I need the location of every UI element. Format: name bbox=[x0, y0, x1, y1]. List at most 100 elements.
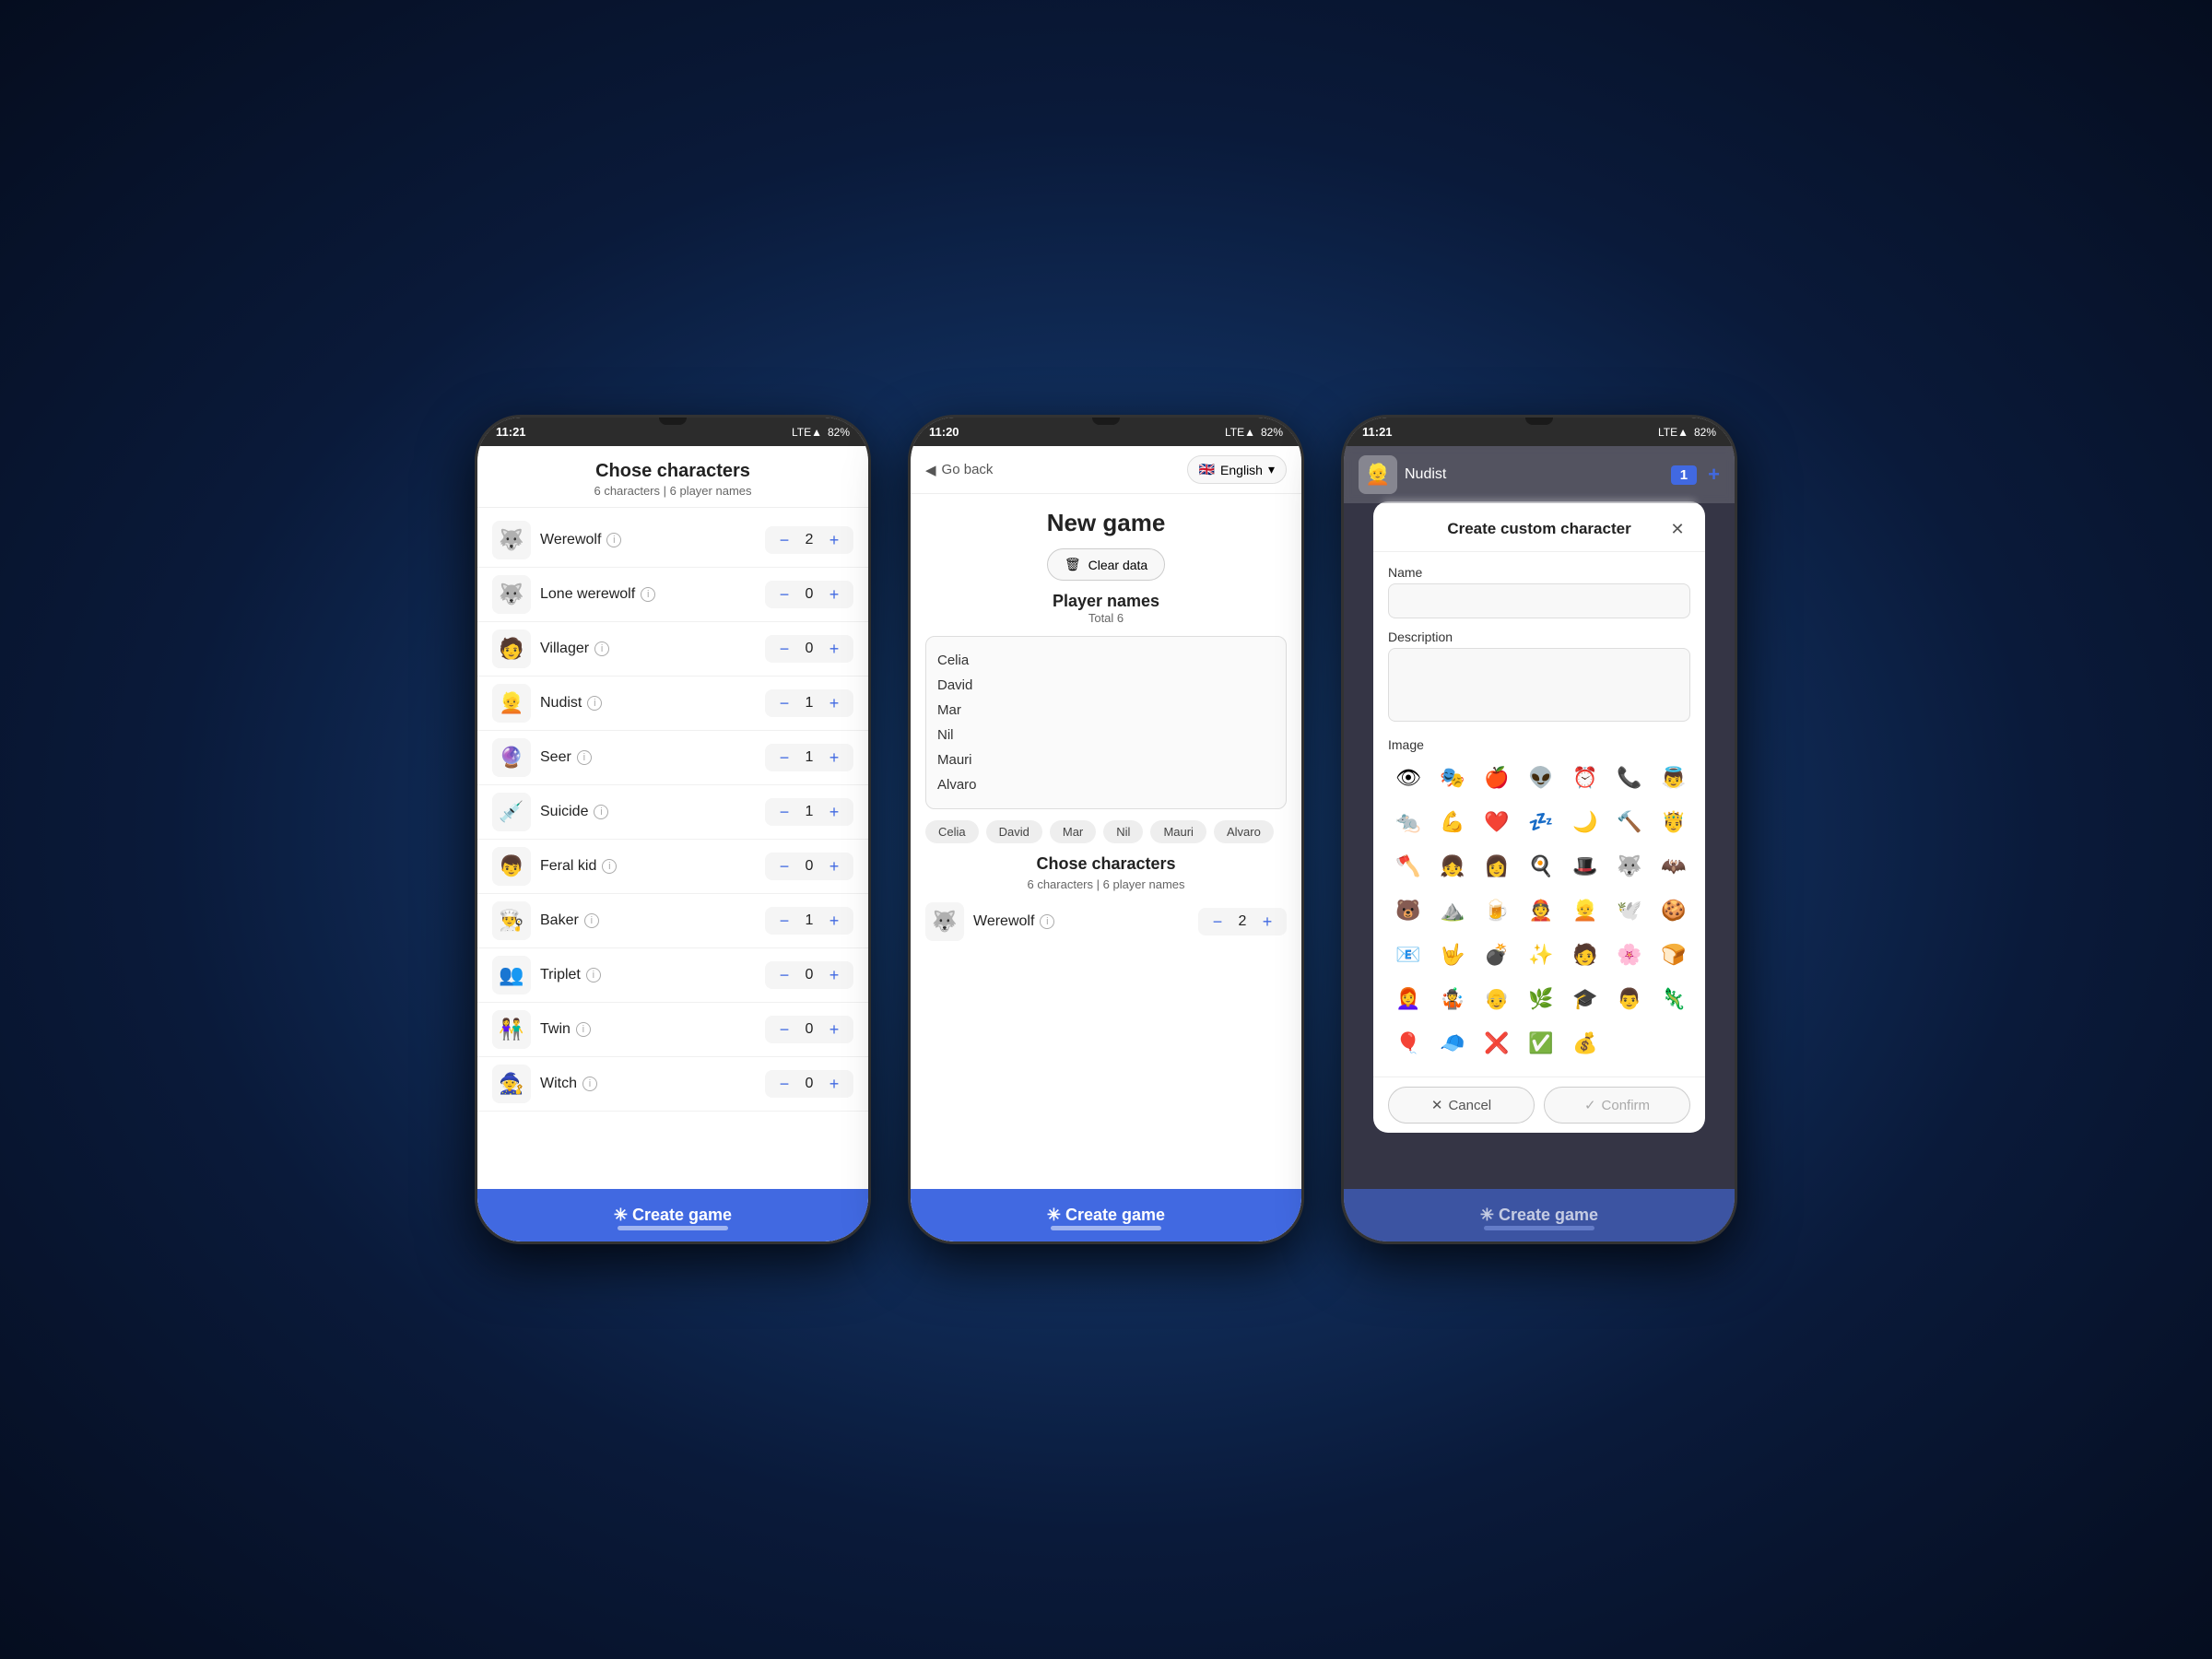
char-icon-witch: 🧙 bbox=[492, 1065, 531, 1103]
increment-suicide[interactable]: + bbox=[824, 802, 844, 822]
emoji-juggler[interactable]: 🤹 bbox=[1432, 979, 1473, 1019]
decrement-lone-werewolf[interactable]: − bbox=[774, 584, 794, 605]
emoji-check[interactable]: ✅ bbox=[1521, 1023, 1561, 1064]
emoji-clock[interactable]: ⏰ bbox=[1565, 758, 1606, 798]
emoji-mountain[interactable]: ⛰️ bbox=[1432, 890, 1473, 931]
emoji-lizard[interactable]: 🦎 bbox=[1653, 979, 1694, 1019]
info-icon-nudist[interactable]: i bbox=[587, 696, 602, 711]
info-icon-baker[interactable]: i bbox=[584, 913, 599, 928]
phone-1: 11:21 LTE▲ 82% Chose characters 6 charac… bbox=[475, 415, 871, 1244]
emoji-heart[interactable]: ❤️ bbox=[1477, 802, 1517, 842]
emoji-person[interactable]: 🧑 bbox=[1565, 935, 1606, 975]
decrement-twin[interactable]: − bbox=[774, 1019, 794, 1040]
description-textarea[interactable] bbox=[1388, 648, 1690, 722]
emoji-sparkle[interactable]: ✨ bbox=[1521, 935, 1561, 975]
increment-nudist[interactable]: + bbox=[824, 693, 844, 713]
emoji-bread[interactable]: 🍞 bbox=[1653, 935, 1694, 975]
decrement-feral-kid[interactable]: − bbox=[774, 856, 794, 877]
emoji-phone[interactable]: 📞 bbox=[1609, 758, 1650, 798]
emoji-envelope[interactable]: 📧 bbox=[1388, 935, 1429, 975]
info-icon-feral-kid[interactable]: i bbox=[602, 859, 617, 874]
create-game-button-3[interactable]: ✳ Create game bbox=[1344, 1189, 1735, 1241]
increment-twin[interactable]: + bbox=[824, 1019, 844, 1040]
info-icon-triplet[interactable]: i bbox=[586, 968, 601, 982]
emoji-prince[interactable]: 🤴 bbox=[1653, 802, 1694, 842]
increment-lone-werewolf[interactable]: + bbox=[824, 584, 844, 605]
info-icon-suicide[interactable]: i bbox=[594, 805, 608, 819]
increment-werewolf-p2[interactable]: + bbox=[1257, 912, 1277, 932]
count-witch: 0 bbox=[802, 1076, 817, 1092]
emoji-redhead[interactable]: 👩‍🦰 bbox=[1388, 979, 1429, 1019]
increment-villager[interactable]: + bbox=[824, 639, 844, 659]
emoji-balloon[interactable]: 🎈 bbox=[1388, 1023, 1429, 1064]
emoji-axe[interactable]: 🪓 bbox=[1388, 846, 1429, 887]
emoji-girl[interactable]: 👧 bbox=[1432, 846, 1473, 887]
emoji-apple[interactable]: 🍎 bbox=[1477, 758, 1517, 798]
decrement-triplet[interactable]: − bbox=[774, 965, 794, 985]
emoji-man[interactable]: 👨 bbox=[1609, 979, 1650, 1019]
go-back-button[interactable]: ◀ Go back bbox=[925, 462, 993, 478]
emoji-eye[interactable]: 👁 bbox=[1388, 758, 1429, 798]
emoji-graduation[interactable]: 🎓 bbox=[1565, 979, 1606, 1019]
increment-triplet[interactable]: + bbox=[824, 965, 844, 985]
emoji-old-man[interactable]: 👴 bbox=[1477, 979, 1517, 1019]
emoji-blonde[interactable]: 👱 bbox=[1565, 890, 1606, 931]
emoji-cookie[interactable]: 🍪 bbox=[1653, 890, 1694, 931]
battery-icon-2: 82% bbox=[1261, 426, 1283, 439]
emoji-woman[interactable]: 👩 bbox=[1477, 846, 1517, 887]
emoji-flower[interactable]: 🌸 bbox=[1609, 935, 1650, 975]
increment-werewolf[interactable]: + bbox=[824, 530, 844, 550]
emoji-leaf[interactable]: 🌿 bbox=[1521, 979, 1561, 1019]
confirm-button[interactable]: ✓ Confirm bbox=[1544, 1087, 1690, 1124]
emoji-bat[interactable]: 🦇 bbox=[1653, 846, 1694, 887]
decrement-werewolf[interactable]: − bbox=[774, 530, 794, 550]
info-icon-werewolf[interactable]: i bbox=[606, 533, 621, 547]
emoji-mask[interactable]: 🎭 bbox=[1432, 758, 1473, 798]
decrement-nudist[interactable]: − bbox=[774, 693, 794, 713]
decrement-suicide[interactable]: − bbox=[774, 802, 794, 822]
info-icon-villager[interactable]: i bbox=[594, 641, 609, 656]
emoji-flex[interactable]: 💪 bbox=[1432, 802, 1473, 842]
emoji-hand[interactable]: 🤟 bbox=[1432, 935, 1473, 975]
emoji-alien[interactable]: 👽 bbox=[1521, 758, 1561, 798]
plus-icon-p3[interactable]: + bbox=[1708, 463, 1720, 487]
emoji-bomb[interactable]: 💣 bbox=[1477, 935, 1517, 975]
decrement-baker[interactable]: − bbox=[774, 911, 794, 931]
emoji-dove[interactable]: 🕊️ bbox=[1609, 890, 1650, 931]
emoji-cook[interactable]: 🍳 bbox=[1521, 846, 1561, 887]
emoji-hat[interactable]: 🧢 bbox=[1432, 1023, 1473, 1064]
decrement-werewolf-p2[interactable]: − bbox=[1207, 912, 1228, 932]
emoji-angel[interactable]: 👼 bbox=[1653, 758, 1694, 798]
emoji-tophat[interactable]: 🎩 bbox=[1565, 846, 1606, 887]
name-input[interactable] bbox=[1388, 583, 1690, 618]
emoji-asian-man[interactable]: 👲 bbox=[1521, 890, 1561, 931]
create-game-button-2[interactable]: ✳ Create game bbox=[911, 1189, 1301, 1241]
info-icon-werewolf-p2[interactable]: i bbox=[1040, 914, 1054, 929]
close-modal-button[interactable]: ✕ bbox=[1665, 516, 1690, 542]
emoji-hammer[interactable]: 🔨 bbox=[1609, 802, 1650, 842]
info-icon-witch[interactable]: i bbox=[582, 1077, 597, 1091]
emoji-zzz[interactable]: 💤 bbox=[1521, 802, 1561, 842]
increment-feral-kid[interactable]: + bbox=[824, 856, 844, 877]
info-icon-seer[interactable]: i bbox=[577, 750, 592, 765]
create-game-button-1[interactable]: ✳ Create game bbox=[477, 1189, 868, 1241]
decrement-witch[interactable]: − bbox=[774, 1074, 794, 1094]
emoji-cross[interactable]: ❌ bbox=[1477, 1023, 1517, 1064]
emoji-wolf[interactable]: 🐺 bbox=[1609, 846, 1650, 887]
increment-baker[interactable]: + bbox=[824, 911, 844, 931]
language-button[interactable]: 🇬🇧 English ▾ bbox=[1187, 455, 1287, 484]
increment-witch[interactable]: + bbox=[824, 1074, 844, 1094]
emoji-bear[interactable]: 🐻 bbox=[1388, 890, 1429, 931]
increment-seer[interactable]: + bbox=[824, 747, 844, 768]
emoji-beer[interactable]: 🍺 bbox=[1477, 890, 1517, 931]
emoji-moon[interactable]: 🌙 bbox=[1565, 802, 1606, 842]
emoji-rat[interactable]: 🐀 bbox=[1388, 802, 1429, 842]
decrement-villager[interactable]: − bbox=[774, 639, 794, 659]
cancel-button[interactable]: ✕ Cancel bbox=[1388, 1087, 1535, 1124]
info-icon-lone-werewolf[interactable]: i bbox=[641, 587, 655, 602]
emoji-money-bag[interactable]: 💰 bbox=[1565, 1023, 1606, 1064]
char-name-werewolf-p2: Werewolf bbox=[973, 913, 1034, 930]
decrement-seer[interactable]: − bbox=[774, 747, 794, 768]
clear-data-button[interactable]: 🗑 Clear data bbox=[1047, 548, 1165, 581]
info-icon-twin[interactable]: i bbox=[576, 1022, 591, 1037]
